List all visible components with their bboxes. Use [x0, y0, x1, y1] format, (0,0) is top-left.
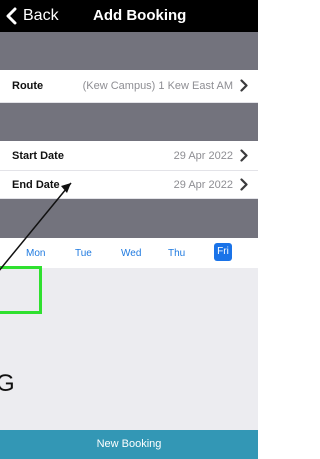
start-date-row[interactable]: Start Date 29 Apr 2022 — [0, 141, 258, 171]
window-edge — [258, 0, 260, 459]
start-date-value: 29 Apr 2022 — [173, 150, 233, 162]
chevron-right-icon — [240, 149, 248, 167]
navigation-bar: Back Add Booking — [0, 0, 258, 32]
page-title: Add Booking — [93, 7, 187, 24]
route-value: (Kew Campus) 1 Kew East AM — [82, 80, 233, 92]
partial-letter: G — [0, 370, 15, 397]
app-frame: Back Add Booking Route (Kew Campus) 1 Ke… — [0, 0, 258, 459]
chevron-left-icon — [6, 7, 17, 25]
highlight-box — [0, 266, 42, 314]
chevron-right-icon — [240, 79, 248, 97]
route-label: Route — [12, 80, 44, 92]
end-date-label: End Date — [12, 179, 60, 191]
end-date-row[interactable]: End Date 29 Apr 2022 — [0, 171, 258, 199]
day-mon[interactable]: Mon — [26, 248, 45, 259]
day-wed[interactable]: Wed — [121, 248, 141, 259]
chevron-right-icon — [240, 178, 248, 196]
section-spacer — [0, 199, 258, 238]
back-button[interactable]: Back — [6, 7, 59, 25]
day-selector: Mon Tue Wed Thu Fri — [0, 238, 258, 268]
end-date-value: 29 Apr 2022 — [173, 179, 233, 191]
route-row[interactable]: Route (Kew Campus) 1 Kew East AM — [0, 70, 258, 103]
start-date-label: Start Date — [12, 150, 64, 162]
back-label: Back — [23, 7, 59, 24]
new-booking-button[interactable]: New Booking — [0, 430, 258, 459]
section-spacer — [0, 32, 258, 70]
day-fri-selected[interactable]: Fri — [214, 243, 232, 261]
day-tue[interactable]: Tue — [75, 248, 92, 259]
day-thu[interactable]: Thu — [168, 248, 185, 259]
section-spacer — [0, 103, 258, 141]
